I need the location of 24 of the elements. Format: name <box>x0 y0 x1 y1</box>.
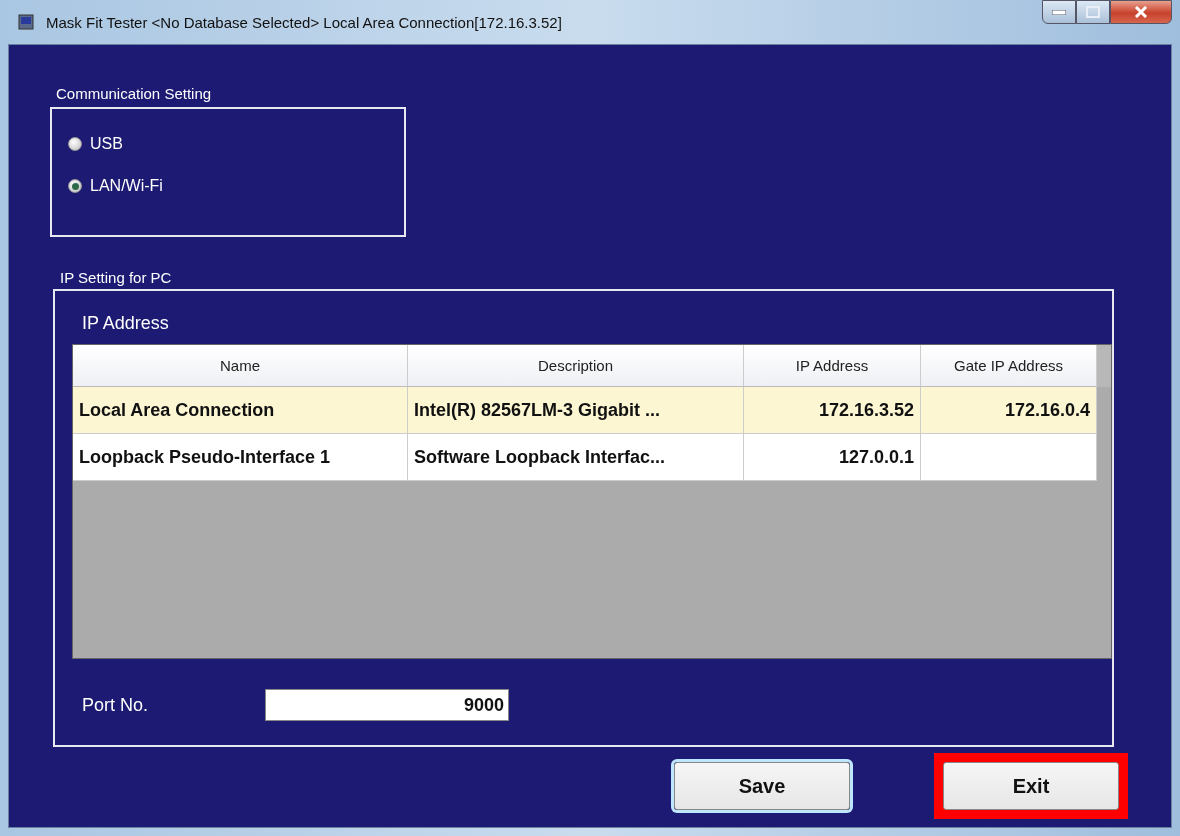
close-button[interactable] <box>1110 0 1172 24</box>
column-header[interactable]: Description <box>408 345 744 387</box>
dialog-button[interactable]: Save <box>674 762 850 810</box>
minimize-icon <box>1052 9 1066 15</box>
radio-option[interactable]: USB <box>68 135 123 153</box>
column-header[interactable]: IP Address <box>744 345 921 387</box>
group-label: Communication Setting <box>56 85 212 102</box>
minimize-button[interactable] <box>1042 0 1076 24</box>
radio-option[interactable]: LAN/Wi-Fi <box>68 177 163 195</box>
scrollbar-track <box>1097 345 1111 387</box>
maximize-button[interactable] <box>1076 0 1110 24</box>
table-row[interactable]: Local Area Connection Intel(R) 82567LM-3 Gigabit ... 172.16.3.52 172.16.0.4 <box>73 387 1111 434</box>
table-row[interactable]: Loopback Pseudo-Interface 1 Software Loopback Interfac... 127.0.0.1 <box>73 434 1111 481</box>
column-header[interactable]: Gate IP Address <box>921 345 1097 387</box>
app-icon <box>18 14 34 30</box>
field-label: Port No. <box>82 694 150 716</box>
port-field[interactable]: 9000 <box>265 689 509 721</box>
section-label: IP Address <box>82 313 169 334</box>
close-icon <box>1134 6 1148 18</box>
column-header[interactable]: Name <box>73 345 408 387</box>
maximize-icon <box>1086 6 1100 18</box>
window-title: Mask Fit Tester <No Database Selected> Local Area Connection[172.16.3.52] <box>46 13 562 31</box>
group-label: IP Setting for PC <box>60 269 173 286</box>
dialog-button[interactable]: Exit <box>943 762 1119 810</box>
